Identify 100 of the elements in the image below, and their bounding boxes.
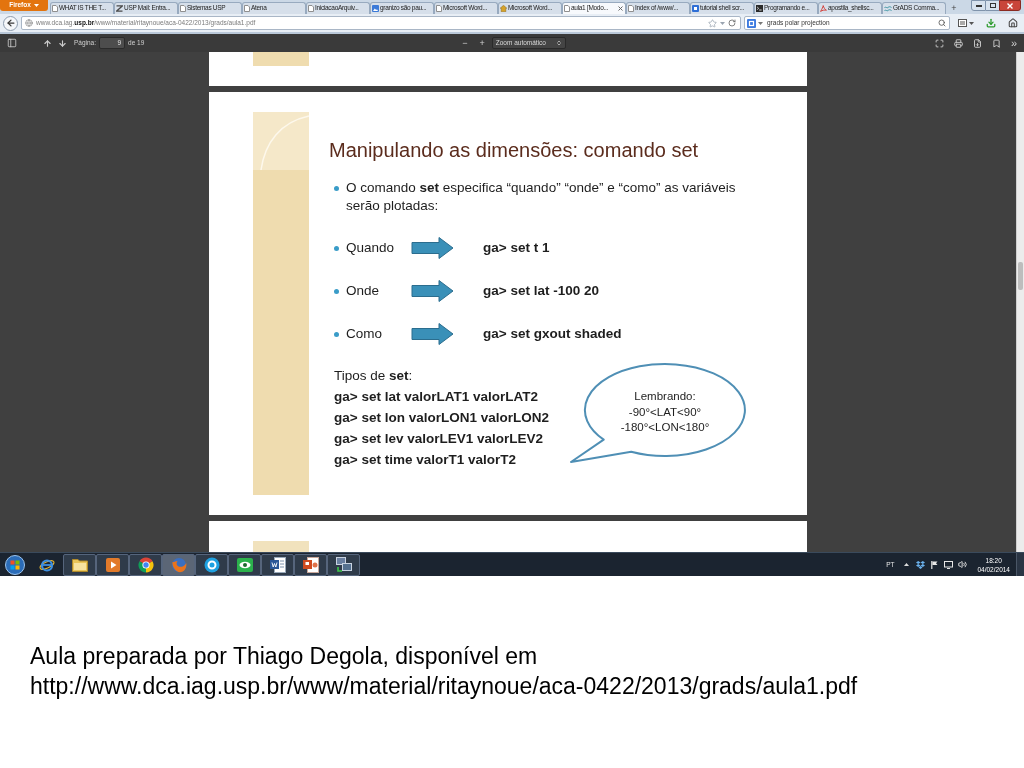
taskbar-app-button[interactable] — [195, 553, 228, 576]
ring-icon — [203, 556, 220, 573]
triangle-icon — [820, 5, 827, 12]
document-icon — [269, 556, 286, 573]
up-down-icon — [555, 40, 562, 46]
page-icon — [180, 5, 186, 12]
bullet-icon — [334, 186, 339, 191]
monitor-icon[interactable] — [944, 560, 954, 569]
diamonds-icon[interactable] — [916, 560, 926, 569]
right-arrow-icon — [411, 236, 454, 260]
waves-icon — [884, 5, 892, 12]
search-icon[interactable] — [938, 19, 946, 27]
page-icon — [52, 5, 58, 12]
taskbar-app-button[interactable] — [294, 553, 327, 576]
color-wheel-icon — [137, 556, 154, 573]
caret-up-icon[interactable] — [904, 563, 910, 566]
reminder-text: Lembrando: — [634, 389, 696, 404]
printer-icon — [953, 38, 963, 48]
zoom-in-button[interactable]: + — [475, 36, 489, 50]
caption-url: http://www.dca.iag.usp.br/www/material/ritaynoue/aca-0422/2013/grads/aula1.pdf — [30, 672, 858, 701]
types-heading: Tipos de set: — [334, 367, 414, 385]
more-tools-button[interactable]: » — [1007, 35, 1020, 51]
taskbar-app-button[interactable] — [327, 553, 360, 576]
taskbar-app-button[interactable] — [261, 553, 294, 576]
example-label: Quando — [346, 238, 396, 257]
decor-tile — [253, 541, 309, 552]
bullet-icon — [334, 245, 339, 251]
command-text: ga> set lat valorLAT1 valorLAT2 — [334, 388, 539, 406]
star-icon[interactable] — [708, 18, 717, 28]
back-button[interactable] — [3, 15, 18, 31]
minimize-button[interactable] — [971, 0, 986, 11]
taskbar-app-button[interactable] — [228, 553, 261, 576]
arrow-down-icon — [58, 38, 67, 48]
folder-icon — [71, 557, 88, 572]
decor-tile — [253, 52, 309, 66]
home-button[interactable] — [1007, 16, 1019, 30]
close-button[interactable] — [999, 0, 1021, 11]
reminder-text: -90°<LAT<90° — [628, 404, 702, 420]
new-tab-button[interactable]: + — [948, 2, 960, 14]
play-icon — [105, 557, 120, 572]
command-text: ga> set gxout shaded — [483, 324, 622, 343]
curve-ornament-icon — [253, 112, 309, 170]
bullet-icon — [334, 288, 339, 294]
bullet-icon — [334, 331, 339, 337]
taskbar-app-button[interactable] — [96, 553, 129, 576]
picture-icon — [372, 5, 379, 12]
command-text: ga> set t 1 — [483, 238, 550, 257]
globe-icon — [170, 556, 187, 573]
download-icon — [986, 18, 996, 28]
fullscreen-icon — [934, 38, 944, 48]
house-icon — [500, 5, 507, 12]
bookmarks-button[interactable] — [957, 16, 975, 30]
home-icon — [1008, 18, 1018, 28]
example-label: Como — [346, 324, 383, 343]
scrollbar[interactable] — [1016, 52, 1024, 552]
slide-title: Manipulando as dimensões: comando set — [329, 138, 700, 162]
caret-icon[interactable] — [969, 21, 974, 25]
page-icon — [436, 5, 442, 12]
taskbar-app-button[interactable] — [129, 553, 162, 576]
globe-icon — [25, 19, 33, 27]
flag-icon[interactable] — [931, 560, 939, 569]
square-icon — [692, 5, 699, 12]
page-icon — [308, 5, 314, 12]
command-text: ga> set lat -100 20 — [483, 281, 599, 300]
right-arrow-icon — [411, 322, 454, 346]
bookmarks-icon — [958, 19, 967, 27]
search-engine-icon[interactable] — [747, 18, 756, 28]
monitors-icon — [335, 556, 352, 573]
scroll-thumb[interactable] — [1018, 262, 1023, 290]
taskbar-app-button[interactable] — [63, 553, 96, 576]
sidebar-icon — [7, 38, 17, 48]
page-icon — [628, 5, 634, 12]
downloads-button[interactable] — [985, 16, 997, 30]
command-text: ga> set lev valorLEV1 valorLEV2 — [334, 430, 544, 448]
bookmark-icon — [991, 38, 1001, 48]
close-icon — [1007, 2, 1013, 9]
intro-text: O comando set especifica “quando” “onde” e “como” as variáveis serão plotadas: — [346, 179, 737, 215]
orbit-ring-icon — [38, 556, 55, 573]
command-text: ga> set lon valorLON1 valorLON2 — [334, 409, 550, 427]
save-file-icon — [972, 38, 982, 48]
slides-icon — [302, 556, 319, 573]
zoom-out-button[interactable]: − — [458, 36, 472, 50]
minimize-icon — [975, 4, 982, 7]
maximize-icon — [989, 3, 996, 8]
reminder-text: -180°<LON<180° — [620, 420, 710, 435]
caret-icon[interactable] — [758, 21, 763, 25]
maximize-button[interactable] — [986, 0, 999, 11]
terminal-icon — [756, 5, 763, 12]
speaker-icon[interactable] — [958, 560, 968, 569]
right-arrow-icon — [411, 279, 454, 303]
caret-icon[interactable] — [33, 4, 39, 7]
command-text: ga> set time valorT1 valorT2 — [334, 451, 517, 469]
arrow-up-icon — [43, 38, 52, 48]
close-icon[interactable] — [618, 6, 623, 11]
zigzag-icon — [116, 5, 123, 12]
caption-text: Aula preparada por Thiago Degola, disponível em — [30, 642, 538, 671]
page-icon — [564, 5, 570, 12]
back-arrow-icon — [5, 18, 16, 28]
reload-icon[interactable] — [728, 19, 736, 27]
orb-icon — [5, 554, 25, 575]
